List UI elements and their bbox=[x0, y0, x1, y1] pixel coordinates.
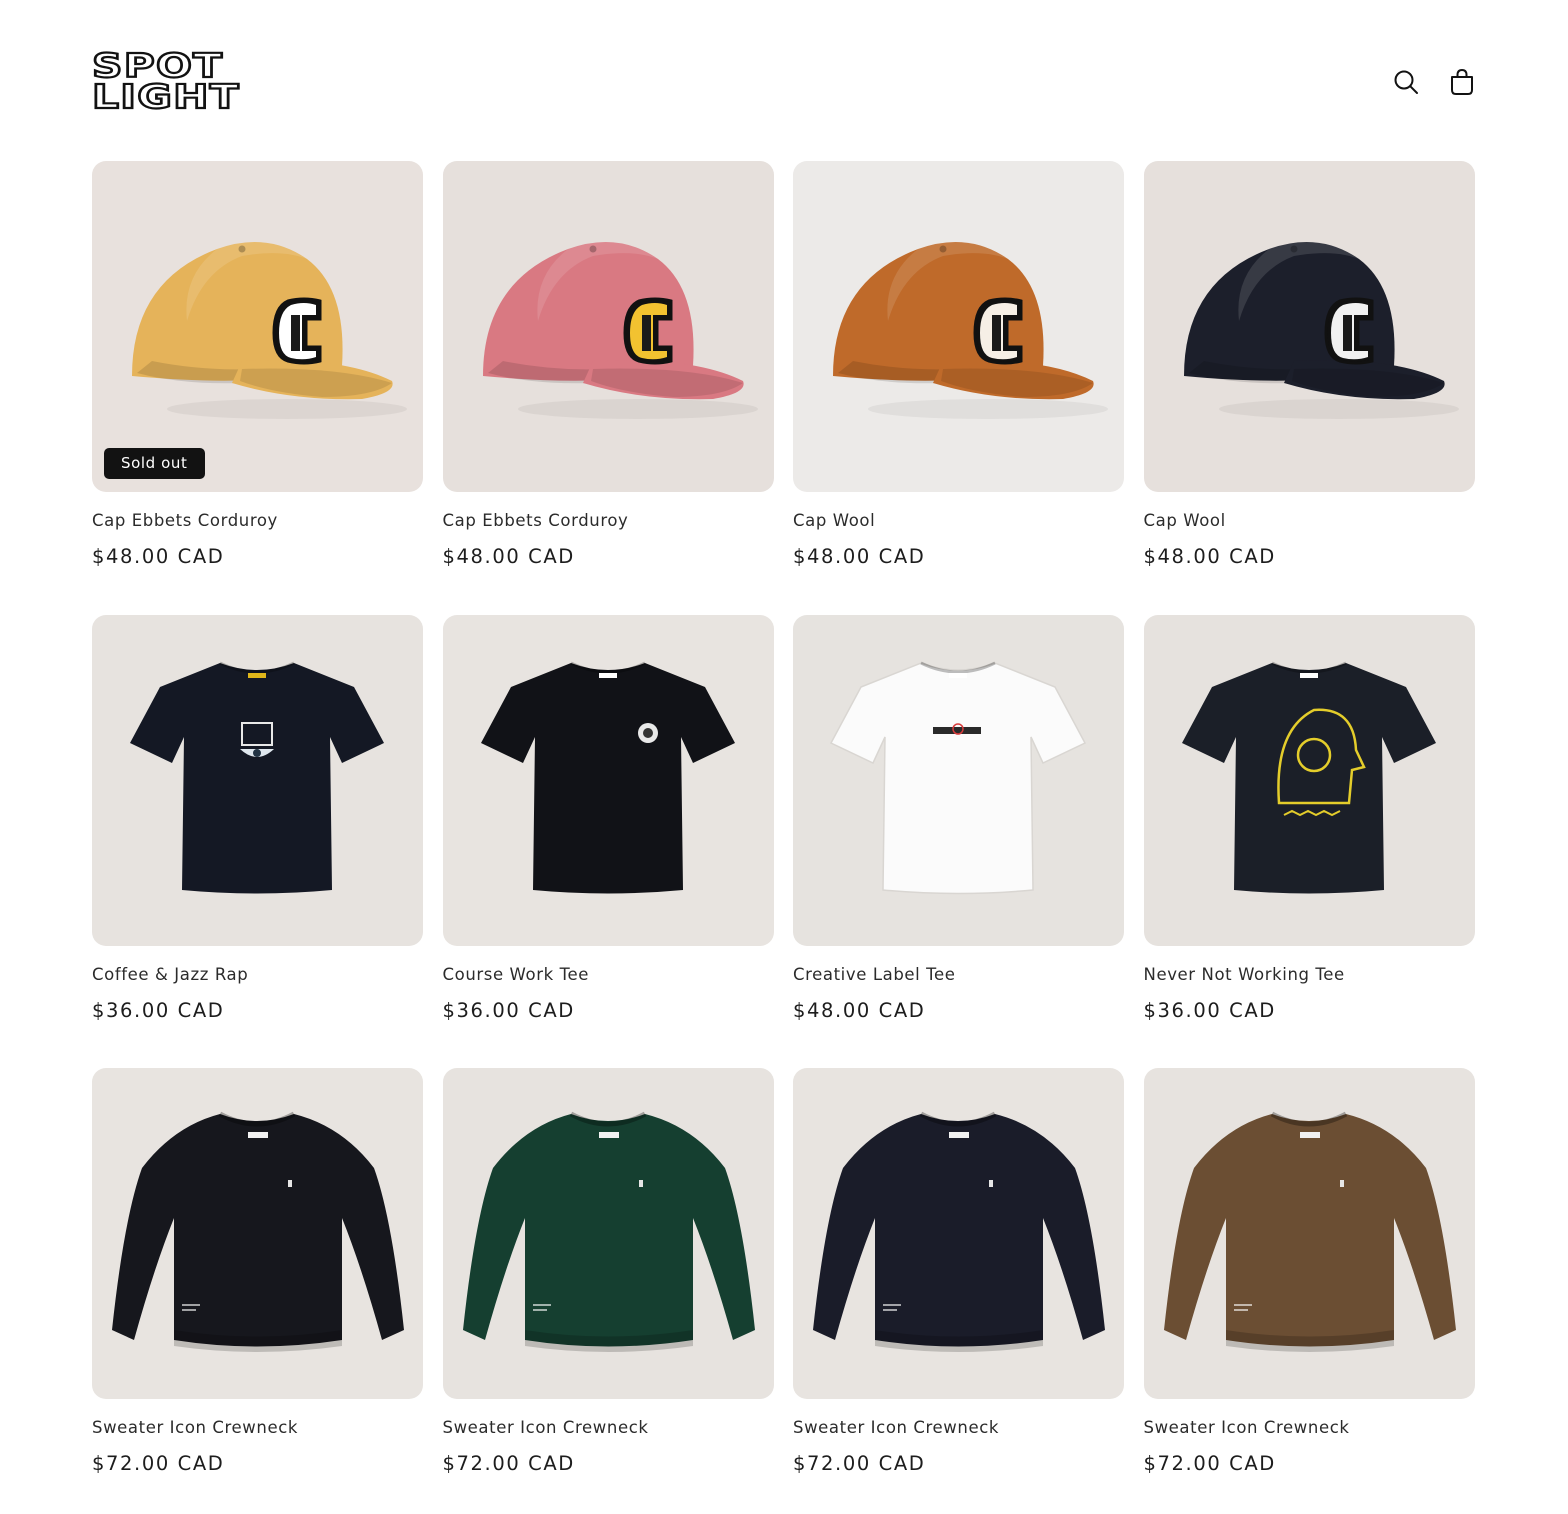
sweater-illustration bbox=[92, 1068, 423, 1399]
site-header: SPOT LIGHT bbox=[91, 48, 1476, 116]
product-image-tee[interactable] bbox=[442, 614, 774, 946]
tee-illustration bbox=[92, 614, 423, 946]
product-price: $72.00 CAD bbox=[1143, 1452, 1276, 1475]
product-price: $36.00 CAD bbox=[92, 998, 225, 1022]
search-button[interactable] bbox=[1388, 64, 1424, 100]
product-card[interactable]: Never Not Working Tee $36.00 CAD bbox=[1143, 614, 1475, 1022]
product-image-sweater[interactable] bbox=[92, 1068, 423, 1399]
cart-icon bbox=[1451, 68, 1473, 95]
product-card[interactable]: Creative Label Tee $48.00 CAD bbox=[793, 614, 1124, 1022]
product-title-link[interactable]: Coffee & Jazz Rap bbox=[92, 965, 248, 984]
product-title-link[interactable]: Cap Wool bbox=[1144, 511, 1226, 530]
tee-illustration bbox=[1143, 614, 1475, 946]
product-image-tee[interactable] bbox=[92, 614, 423, 946]
product-title-link[interactable]: Sweater Icon Crewneck bbox=[443, 1418, 649, 1437]
product-price: $48.00 CAD bbox=[1143, 545, 1276, 568]
cap-illustration bbox=[1143, 161, 1475, 492]
product-image-cap[interactable] bbox=[1143, 161, 1475, 492]
store-logo[interactable]: SPOT LIGHT bbox=[91, 48, 244, 116]
tee-illustration bbox=[793, 614, 1124, 946]
product-image-sweater[interactable] bbox=[1143, 1068, 1475, 1399]
product-image-cap[interactable]: Sold out bbox=[92, 161, 423, 492]
product-image-tee[interactable] bbox=[1143, 614, 1475, 946]
product-card[interactable]: Sweater Icon Crewneck $72.00 CAD bbox=[793, 1068, 1124, 1475]
product-title-link[interactable]: Sweater Icon Crewneck bbox=[793, 1418, 999, 1437]
product-image-sweater[interactable] bbox=[442, 1068, 774, 1399]
product-card[interactable]: Cap Wool $48.00 CAD bbox=[1143, 161, 1475, 568]
cap-illustration bbox=[442, 161, 774, 492]
product-image-cap[interactable] bbox=[793, 161, 1124, 492]
product-card[interactable]: Sweater Icon Crewneck $72.00 CAD bbox=[442, 1068, 774, 1475]
product-card[interactable]: Cap Wool $48.00 CAD bbox=[793, 161, 1124, 568]
product-image-cap[interactable] bbox=[442, 161, 774, 492]
product-price: $48.00 CAD bbox=[442, 545, 575, 568]
product-price: $48.00 CAD bbox=[92, 545, 225, 568]
logo-line-2: LIGHT bbox=[91, 77, 240, 116]
product-title-link[interactable]: Course Work Tee bbox=[443, 965, 589, 984]
product-price: $48.00 CAD bbox=[793, 998, 926, 1022]
product-price: $48.00 CAD bbox=[793, 545, 926, 568]
search-icon bbox=[1394, 70, 1418, 94]
product-card[interactable]: Sweater Icon Crewneck $72.00 CAD bbox=[1143, 1068, 1475, 1475]
product-title-link[interactable]: Cap Wool bbox=[793, 511, 875, 530]
sweater-illustration bbox=[793, 1068, 1124, 1399]
product-card[interactable]: Sold out Cap Ebbets Corduroy $48.00 CAD bbox=[92, 161, 423, 568]
product-card[interactable]: Cap Ebbets Corduroy $48.00 CAD bbox=[442, 161, 774, 568]
sweater-illustration bbox=[442, 1068, 774, 1399]
product-title-link[interactable]: Creative Label Tee bbox=[793, 965, 956, 984]
product-price: $72.00 CAD bbox=[793, 1452, 926, 1475]
product-price: $36.00 CAD bbox=[442, 998, 575, 1022]
cart-button[interactable] bbox=[1444, 64, 1480, 100]
sweater-illustration bbox=[1143, 1068, 1475, 1399]
tee-illustration bbox=[442, 614, 774, 946]
product-title-link[interactable]: Never Not Working Tee bbox=[1144, 965, 1345, 984]
product-title-link[interactable]: Sweater Icon Crewneck bbox=[92, 1418, 298, 1437]
product-image-tee[interactable] bbox=[793, 614, 1124, 946]
cap-illustration bbox=[92, 161, 423, 492]
product-price: $36.00 CAD bbox=[1143, 998, 1276, 1022]
product-card[interactable]: Course Work Tee $36.00 CAD bbox=[442, 614, 774, 1022]
product-image-sweater[interactable] bbox=[793, 1068, 1124, 1399]
sold-out-badge: Sold out bbox=[104, 448, 205, 479]
product-title-link[interactable]: Sweater Icon Crewneck bbox=[1144, 1418, 1350, 1437]
product-card[interactable]: Coffee & Jazz Rap $36.00 CAD bbox=[92, 614, 423, 1022]
product-price: $72.00 CAD bbox=[442, 1452, 575, 1475]
product-card[interactable]: Sweater Icon Crewneck $72.00 CAD bbox=[92, 1068, 423, 1475]
product-price: $72.00 CAD bbox=[92, 1452, 225, 1475]
product-title-link[interactable]: Cap Ebbets Corduroy bbox=[92, 511, 278, 530]
product-title-link[interactable]: Cap Ebbets Corduroy bbox=[443, 511, 629, 530]
cap-illustration bbox=[793, 161, 1124, 492]
